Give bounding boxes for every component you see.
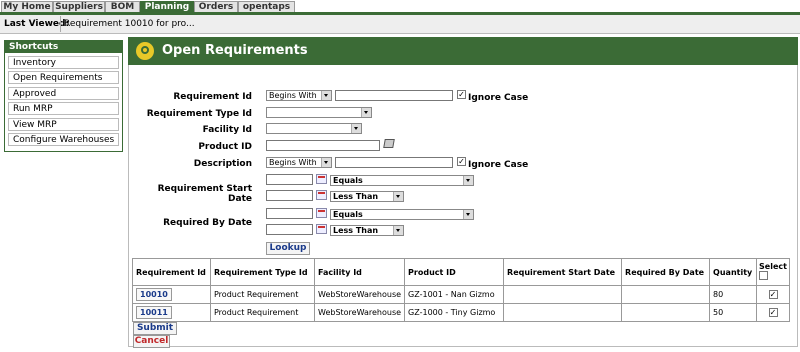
last-viewed-link[interactable]: Requirement 10010 for pro... <box>64 19 195 29</box>
shortcut-view-mrp[interactable]: View MRP <box>8 118 119 131</box>
start-date-operator2-select[interactable]: Less Than <box>330 191 404 202</box>
chevron-down-icon <box>321 158 331 167</box>
chevron-down-icon <box>321 91 331 100</box>
description-operator-value: Begins With <box>269 158 317 167</box>
requirement-id-operator-value: Begins With <box>269 91 317 100</box>
facility-cell: WebStoreWarehouse <box>313 285 406 304</box>
row-select-checkbox[interactable]: ✓ <box>768 290 778 299</box>
facility-select[interactable] <box>266 123 362 134</box>
column-header[interactable]: Quantity <box>709 258 758 286</box>
start-date-label: Requirement Start Date <box>157 184 252 204</box>
start-date-operator2-value: Less Than <box>333 192 379 201</box>
product-cell: GZ-1001 - Nan Gizmo <box>404 285 505 304</box>
requirement-type-cell: Product Requirement <box>210 285 315 304</box>
column-header[interactable]: Required By Date <box>621 258 711 286</box>
ignore-case-label: Ignore Case <box>468 93 529 103</box>
calendar-icon[interactable] <box>316 224 327 234</box>
select-header-label: Select <box>759 262 787 271</box>
start-date-operator-value: Equals <box>333 176 363 185</box>
shortcuts-title: Shortcuts <box>5 41 122 53</box>
start-date-to-input[interactable] <box>266 190 313 201</box>
shortcut-open-requirements[interactable]: Open Requirements <box>8 71 119 84</box>
table-header-row: Requirement Id Requirement Type Id Facil… <box>132 258 790 286</box>
chevron-down-icon <box>393 192 403 201</box>
page-title: Open Requirements <box>162 43 308 58</box>
ignore-case-label: Ignore Case <box>468 160 529 170</box>
requirement-id-label: Requirement Id <box>173 92 252 102</box>
chevron-down-icon <box>463 210 473 219</box>
row-select-checkbox[interactable]: ✓ <box>768 308 778 317</box>
chevron-down-icon <box>463 176 473 185</box>
required-by-operator2-value: Less Than <box>333 226 379 235</box>
required-by-operator2-select[interactable]: Less Than <box>330 225 404 236</box>
required-by-to-input[interactable] <box>266 224 313 235</box>
page-header: Open Requirements <box>128 37 798 65</box>
description-input[interactable] <box>335 157 453 168</box>
shortcut-configure-warehouses[interactable]: Configure Warehouses <box>8 133 119 146</box>
required-by-cell <box>621 303 711 322</box>
product-cell: GZ-1000 - Tiny Gizmo <box>404 303 505 322</box>
column-header[interactable]: Requirement Id <box>132 258 211 286</box>
product-label: Product ID <box>198 142 252 152</box>
shortcut-approved-requirements[interactable]: Approved Requirements <box>8 87 119 112</box>
chevron-down-icon <box>361 108 371 117</box>
shortcut-inventory[interactable]: Inventory <box>8 56 119 69</box>
requirement-type-select[interactable] <box>266 107 372 118</box>
requirement-id-cell: 10011 <box>132 303 211 322</box>
planning-icon <box>136 42 154 60</box>
product-id-input[interactable] <box>266 140 380 151</box>
required-by-operator-select[interactable]: Equals <box>330 209 474 220</box>
cancel-button[interactable]: Cancel <box>133 335 170 348</box>
select-cell: ✓ <box>756 285 790 304</box>
requirement-type-cell: Product Requirement <box>210 303 315 322</box>
chevron-down-icon <box>351 124 361 133</box>
lookup-button[interactable]: Lookup <box>266 242 310 255</box>
column-header[interactable]: Requirement Type Id <box>210 258 315 286</box>
column-header[interactable]: Product ID <box>404 258 505 286</box>
description-ignore-case-checkbox[interactable]: ✓ <box>457 157 466 166</box>
requirement-id-input[interactable] <box>335 90 453 101</box>
calendar-icon[interactable] <box>316 190 327 200</box>
select-all-checkbox[interactable] <box>759 271 769 280</box>
facility-cell: WebStoreWarehouse <box>313 303 406 322</box>
column-header[interactable]: Requirement Start Date <box>503 258 623 286</box>
last-viewed-bar: Last Viewed: Requirement 10010 for pro..… <box>0 15 800 34</box>
start-date-operator-select[interactable]: Equals <box>330 175 474 186</box>
select-cell: ✓ <box>756 303 790 322</box>
quantity-cell: 80 <box>709 285 758 304</box>
required-by-cell <box>621 285 711 304</box>
requirement-id-link[interactable]: 10011 <box>136 306 172 319</box>
description-operator-select[interactable]: Begins With <box>266 157 332 168</box>
required-by-from-input[interactable] <box>266 208 313 219</box>
requirement-id-operator-select[interactable]: Begins With <box>266 90 332 101</box>
start-date-cell <box>503 285 623 304</box>
select-column-header: Select <box>756 258 790 286</box>
requirement-id-cell: 10010 <box>132 285 211 304</box>
required-by-operator-value: Equals <box>333 210 363 219</box>
table-row: 10010 Product Requirement WebStoreWareho… <box>132 285 790 304</box>
column-header[interactable]: Facility Id <box>313 258 406 286</box>
calendar-icon[interactable] <box>316 208 327 218</box>
calendar-icon[interactable] <box>316 174 327 184</box>
table-row: 10011 Product Requirement WebStoreWareho… <box>132 303 790 322</box>
quantity-cell: 50 <box>709 303 758 322</box>
start-date-from-input[interactable] <box>266 174 313 185</box>
start-date-cell <box>503 303 623 322</box>
requirement-type-label: Requirement Type Id <box>146 109 252 119</box>
shortcut-run-mrp[interactable]: Run MRP <box>8 102 119 115</box>
submit-button[interactable]: Submit <box>133 322 177 335</box>
requirement-id-link[interactable]: 10010 <box>136 288 172 301</box>
shortcuts-panel: Shortcuts Inventory Open Requirements Ap… <box>4 40 123 152</box>
description-label: Description <box>193 159 252 169</box>
divider <box>60 16 61 32</box>
chevron-down-icon <box>393 226 403 235</box>
requirement-id-ignore-case-checkbox[interactable]: ✓ <box>457 90 466 99</box>
required-by-label: Required By Date <box>163 218 252 228</box>
results-table: Requirement Id Requirement Type Id Facil… <box>132 258 790 322</box>
facility-label: Facility Id <box>202 125 252 135</box>
lookup-book-icon[interactable] <box>383 139 395 148</box>
